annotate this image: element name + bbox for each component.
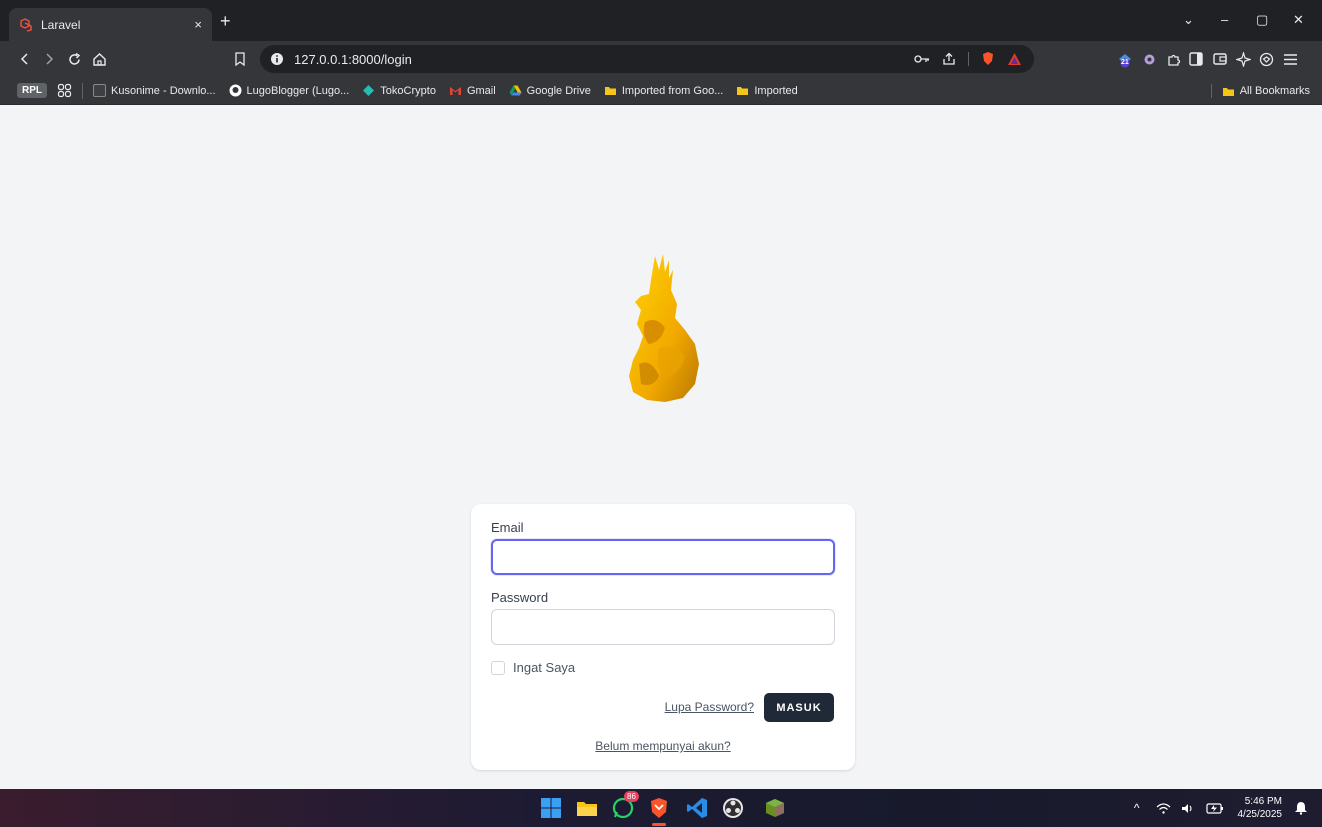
bookmark-google-drive[interactable]: Google Drive xyxy=(509,84,591,97)
bookmarks-bar: RPL Kusonime - Downlo... LugoBlogger (Lu… xyxy=(0,77,1322,105)
file-explorer-icon[interactable] xyxy=(576,797,598,819)
browser-tab-bar: Laravel × + ⌄ – ▢ ✕ xyxy=(0,0,1322,41)
email-label: Email xyxy=(491,520,524,535)
clock-date: 4/25/2025 xyxy=(1237,809,1283,820)
email-field[interactable] xyxy=(491,539,835,575)
app-logo xyxy=(629,254,699,402)
all-bookmarks-button[interactable]: All Bookmarks xyxy=(1210,84,1310,98)
apps-grid-icon[interactable] xyxy=(57,83,72,98)
minecraft-icon[interactable] xyxy=(764,797,786,819)
folder-icon xyxy=(1222,87,1234,96)
brave-shields-icon[interactable] xyxy=(981,51,995,66)
system-clock[interactable]: 5:46 PM 4/25/2025 xyxy=(1238,795,1283,821)
laravel-icon xyxy=(20,17,32,32)
bookmark-lugoblogger[interactable]: LugoBlogger (Lugo... xyxy=(229,84,349,97)
close-window-button[interactable]: ✕ xyxy=(1293,12,1304,28)
share-icon[interactable] xyxy=(942,52,956,66)
vpn-shield-icon[interactable] xyxy=(1257,50,1275,68)
extension-badge-icon[interactable]: 21 xyxy=(1116,50,1134,68)
remember-me-label: Ingat Saya xyxy=(513,660,576,675)
password-field[interactable] xyxy=(491,609,835,645)
extension-badge-count: 21 xyxy=(1121,59,1129,66)
whatsapp-icon[interactable]: 86 xyxy=(612,791,639,819)
notification-bell-icon[interactable] xyxy=(1294,801,1308,815)
home-icon[interactable] xyxy=(90,50,108,68)
address-bar[interactable]: 127.0.0.1:8000/login xyxy=(260,45,1034,73)
leo-ai-icon[interactable] xyxy=(1234,50,1252,68)
remember-me-checkbox[interactable] xyxy=(491,660,505,675)
tab-title: Laravel xyxy=(41,17,81,32)
tab-close-button[interactable]: × xyxy=(194,17,202,32)
system-tray: ^ 5:46 PM 4/25/2025 xyxy=(1134,795,1282,821)
tab-search-button[interactable]: ⌄ xyxy=(1183,12,1194,28)
url-text[interactable]: 127.0.0.1:8000/login xyxy=(294,52,412,67)
extensions-puzzle-icon[interactable] xyxy=(1164,50,1182,68)
bookmark-folder-imported[interactable]: Imported xyxy=(736,84,798,97)
active-app-indicator xyxy=(652,823,666,826)
browser-toolbar: 127.0.0.1:8000/login 21 xyxy=(0,41,1322,77)
site-info-icon[interactable] xyxy=(270,52,284,66)
tab-laravel[interactable]: Laravel × xyxy=(9,8,212,41)
maximize-button[interactable]: ▢ xyxy=(1256,12,1268,28)
bookmark-kusonime[interactable]: Kusonime - Downlo... xyxy=(93,84,216,97)
google-drive-icon xyxy=(509,85,522,96)
login-button[interactable]: MASUK xyxy=(764,693,834,722)
bookmarks-separator xyxy=(82,82,83,99)
wifi-icon[interactable] xyxy=(1156,802,1171,815)
github-icon xyxy=(229,84,242,97)
forward-icon[interactable] xyxy=(40,50,58,68)
vscode-icon[interactable] xyxy=(686,797,708,819)
sidebar-icon[interactable] xyxy=(1187,50,1205,68)
folder-icon xyxy=(604,87,616,95)
windows-taskbar: 86 ^ 5:46 PM 4/25/2025 xyxy=(0,789,1322,827)
forgot-password-link[interactable]: Lupa Password? xyxy=(665,700,754,714)
volume-icon[interactable] xyxy=(1181,802,1196,815)
bookmarks-separator xyxy=(1210,84,1212,98)
register-link[interactable]: Belum mempunyai akun? xyxy=(471,739,855,753)
login-card: Email Password Ingat Saya Lupa Password?… xyxy=(471,504,855,770)
kusonime-icon xyxy=(93,84,106,97)
bookmark-group-rpl[interactable]: RPL xyxy=(17,83,47,98)
password-key-icon[interactable] xyxy=(914,53,930,65)
wallet-icon[interactable] xyxy=(1211,50,1229,68)
new-tab-button[interactable]: + xyxy=(220,12,231,30)
gmail-icon xyxy=(449,87,461,95)
tray-overflow-chevron-icon[interactable]: ^ xyxy=(1134,801,1140,815)
settings-gear-icon[interactable] xyxy=(1140,50,1158,68)
remember-me[interactable]: Ingat Saya xyxy=(491,660,575,675)
clock-time: 5:46 PM xyxy=(1244,796,1282,807)
minimize-button[interactable]: – xyxy=(1221,12,1228,27)
password-label: Password xyxy=(491,590,549,605)
bookmark-gmail[interactable]: Gmail xyxy=(449,84,496,97)
whatsapp-badge: 86 xyxy=(624,791,639,802)
folder-icon xyxy=(737,87,749,95)
reload-icon[interactable] xyxy=(65,50,83,68)
windows-start-icon[interactable] xyxy=(540,797,562,819)
brave-rewards-icon[interactable] xyxy=(1007,52,1022,66)
battery-charging-icon[interactable] xyxy=(1205,802,1224,815)
back-icon[interactable] xyxy=(16,50,34,68)
obs-studio-icon[interactable] xyxy=(722,797,744,819)
bookmark-tokocrypto[interactable]: TokoCrypto xyxy=(362,84,436,97)
brave-browser-icon[interactable] xyxy=(648,797,670,819)
tokocrypto-icon xyxy=(363,85,375,96)
bookmark-folder-imported-from-google[interactable]: Imported from Goo... xyxy=(604,84,723,97)
menu-icon[interactable] xyxy=(1281,50,1299,68)
bookmark-icon[interactable] xyxy=(231,50,249,68)
